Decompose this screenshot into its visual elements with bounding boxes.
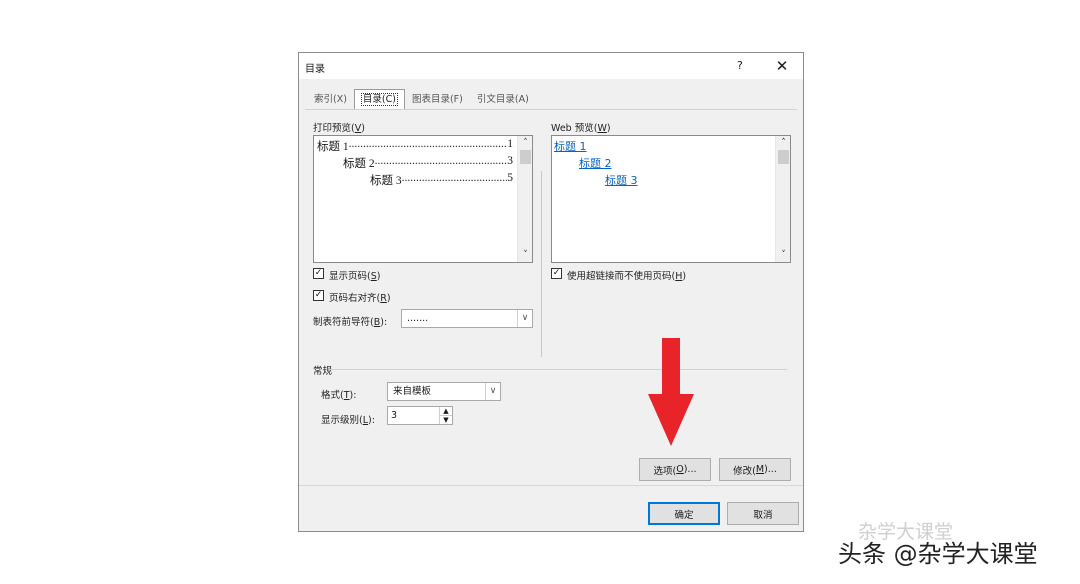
chevron-down-icon[interactable]: ∨ bbox=[517, 310, 532, 327]
tab-toc[interactable]: 目录(C) bbox=[353, 89, 405, 110]
scroll-up-icon[interactable]: ˄ bbox=[518, 136, 532, 150]
right-align-checkbox[interactable]: ✓ bbox=[313, 290, 324, 301]
levels-value: 3 bbox=[391, 410, 398, 421]
spin-down-icon[interactable]: ▼ bbox=[440, 416, 452, 425]
tab-leader-value: ....... bbox=[407, 313, 429, 324]
print-preview-box[interactable]: 标题 11 标题 23 标题 35 ˄ ˅ bbox=[313, 135, 533, 263]
web-preview-label: Web 预览(W) bbox=[551, 123, 611, 134]
tab-index[interactable]: 索引(X) bbox=[307, 89, 354, 109]
print-row-2: 标题 23 bbox=[343, 155, 513, 171]
scroll-up-icon[interactable]: ˄ bbox=[776, 136, 790, 150]
tab-figures[interactable]: 图表目录(F) bbox=[405, 89, 470, 109]
tab-index-label: 索引(X) bbox=[314, 94, 347, 105]
title-bar: 目录 ? ✕ bbox=[299, 53, 803, 79]
cancel-button[interactable]: 取消 bbox=[727, 502, 799, 525]
help-button[interactable]: ? bbox=[737, 59, 743, 72]
web-link-2[interactable]: 标题 2 bbox=[579, 155, 612, 171]
scroll-thumb[interactable] bbox=[778, 150, 789, 164]
levels-spinner[interactable]: 3 ▲ ▼ bbox=[387, 406, 453, 425]
print-row-1: 标题 11 bbox=[317, 138, 513, 154]
toc-dialog: 目录 ? ✕ 索引(X) 目录(C) 图表目录(F) 引文目录(A) 打印预览(… bbox=[298, 52, 804, 532]
ok-button[interactable]: 确定 bbox=[648, 502, 720, 525]
tab-figures-label: 图表目录(F) bbox=[411, 94, 463, 105]
tab-toc-label: 目录(C) bbox=[360, 93, 398, 106]
spin-up-icon[interactable]: ▲ bbox=[440, 407, 452, 416]
watermark: 头条 @杂学大课堂 bbox=[838, 540, 1038, 568]
levels-label: 显示级别(L): bbox=[321, 415, 375, 426]
web-link-3[interactable]: 标题 3 bbox=[605, 172, 638, 188]
options-button[interactable]: 选项(O)... bbox=[639, 458, 711, 481]
print-preview-label: 打印预览(V) bbox=[313, 123, 365, 134]
right-align-label: 页码右对齐(R) bbox=[329, 293, 391, 304]
arrow-shape bbox=[648, 338, 694, 446]
red-arrow-annotation bbox=[648, 338, 694, 446]
general-group-line bbox=[329, 369, 787, 370]
use-hyperlinks-checkbox[interactable]: ✓ bbox=[551, 268, 562, 279]
close-icon[interactable]: ✕ bbox=[769, 55, 795, 77]
scroll-thumb[interactable] bbox=[520, 150, 531, 164]
print-preview-scrollbar[interactable]: ˄ ˅ bbox=[517, 136, 532, 262]
web-preview-box[interactable]: 标题 1 标题 2 标题 3 ˄ ˅ bbox=[551, 135, 791, 263]
scroll-down-icon[interactable]: ˅ bbox=[776, 248, 790, 262]
format-combo[interactable]: 来自模板 ∨ bbox=[387, 382, 501, 401]
tab-leader-combo[interactable]: ....... ∨ bbox=[401, 309, 533, 328]
tab-citations[interactable]: 引文目录(A) bbox=[470, 89, 536, 109]
tab-strip: 索引(X) 目录(C) 图表目录(F) 引文目录(A) bbox=[307, 89, 536, 110]
format-value: 来自模板 bbox=[393, 386, 432, 397]
print-row-3: 标题 35 bbox=[370, 172, 513, 188]
footer-separator bbox=[299, 485, 803, 486]
chevron-down-icon[interactable]: ∨ bbox=[485, 383, 500, 400]
format-label: 格式(T): bbox=[321, 390, 357, 401]
web-link-1[interactable]: 标题 1 bbox=[554, 138, 587, 154]
vertical-separator bbox=[541, 171, 542, 357]
modify-button[interactable]: 修改(M)... bbox=[719, 458, 791, 481]
use-hyperlinks-label: 使用超链接而不使用页码(H) bbox=[567, 271, 687, 282]
tab-leader-label: 制表符前导符(B): bbox=[313, 317, 388, 328]
show-page-numbers-checkbox[interactable]: ✓ bbox=[313, 268, 324, 279]
show-page-numbers-label: 显示页码(S) bbox=[329, 271, 381, 282]
web-preview-scrollbar[interactable]: ˄ ˅ bbox=[775, 136, 790, 262]
dialog-title: 目录 bbox=[305, 64, 325, 75]
tab-citations-label: 引文目录(A) bbox=[476, 94, 529, 105]
scroll-down-icon[interactable]: ˅ bbox=[518, 248, 532, 262]
general-heading: 常规 bbox=[313, 366, 333, 377]
spinner-buttons[interactable]: ▲ ▼ bbox=[439, 407, 452, 424]
